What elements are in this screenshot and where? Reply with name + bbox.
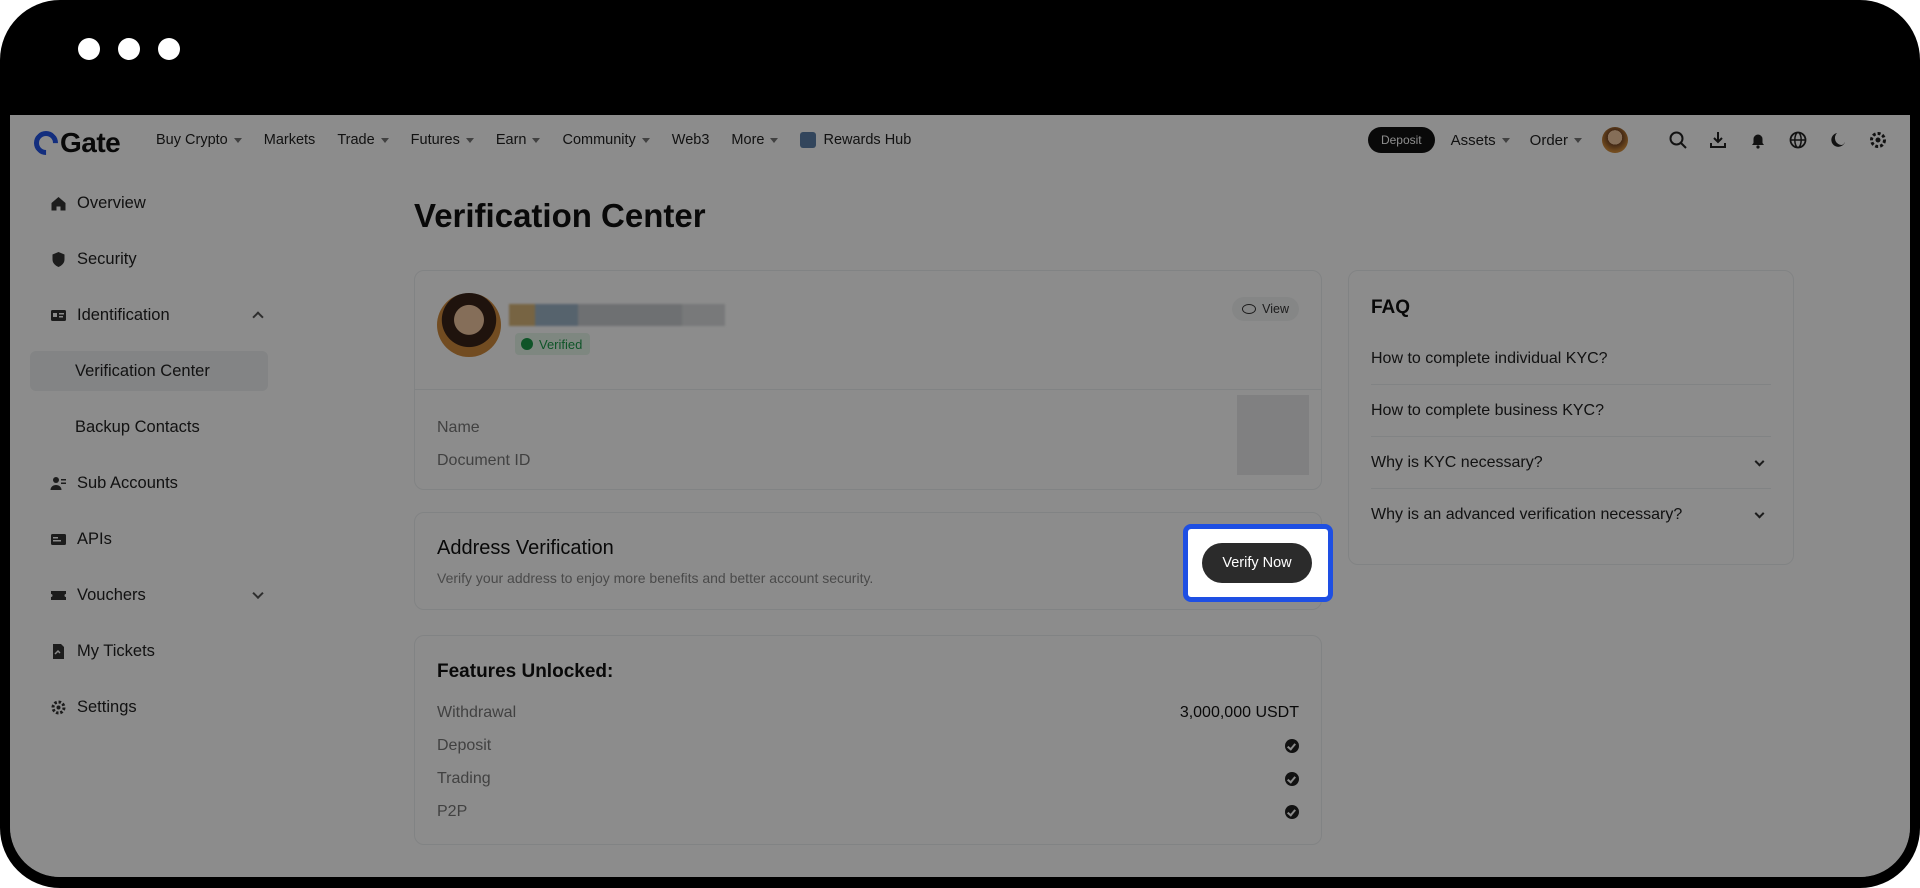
profile-avatar: [437, 293, 501, 357]
gift-box-icon: [800, 132, 817, 148]
feature-row-deposit: Deposit: [437, 736, 1299, 756]
verify-now-highlight: Verify Now: [1183, 524, 1333, 602]
nav-earn[interactable]: Earn: [496, 132, 541, 148]
sidebar-item-identification[interactable]: Identification: [30, 287, 280, 343]
profile-card: Verified View Name Document ID: [414, 270, 1322, 490]
view-button[interactable]: View: [1232, 297, 1299, 321]
caret-down-icon: [641, 137, 650, 143]
nav-markets[interactable]: Markets: [264, 132, 316, 148]
faq-item[interactable]: How to complete individual KYC?: [1371, 333, 1771, 385]
chevron-down-icon: [252, 587, 264, 600]
nav-assets[interactable]: Assets: [1451, 132, 1510, 149]
nav-order[interactable]: Order: [1530, 132, 1582, 149]
sidebar-item-backup-contacts[interactable]: Backup Contacts: [30, 399, 280, 455]
faq-card: FAQ How to complete individual KYC? How …: [1348, 270, 1794, 565]
sidebar-item-security[interactable]: Security: [30, 231, 280, 287]
sidebar: Overview Security Identification Verific…: [30, 165, 280, 735]
nav-futures[interactable]: Futures: [411, 132, 474, 148]
window-dot[interactable]: [118, 38, 140, 60]
nav-buy-crypto[interactable]: Buy Crypto: [156, 132, 242, 148]
divider: [415, 389, 1321, 390]
deposit-button[interactable]: Deposit: [1367, 127, 1435, 153]
sidebar-item-sub-accounts[interactable]: Sub Accounts: [30, 455, 280, 511]
window-controls: [78, 38, 180, 60]
users-icon: [50, 475, 67, 492]
bell-icon[interactable]: [1748, 130, 1768, 150]
api-icon: [50, 531, 67, 548]
eye-hidden-icon: [1242, 304, 1257, 314]
sidebar-item-overview[interactable]: Overview: [30, 175, 280, 231]
nav-web3[interactable]: Web3: [672, 132, 710, 148]
gear-icon: [50, 699, 67, 716]
gate-logo-icon: [29, 126, 63, 160]
sidebar-item-settings[interactable]: Settings: [30, 679, 280, 735]
sidebar-item-apis[interactable]: APIs: [30, 511, 280, 567]
id-card-icon: [50, 307, 67, 324]
address-verification-title: Address Verification: [437, 537, 614, 559]
faq-title: FAQ: [1371, 297, 1411, 318]
nav-rewards-hub[interactable]: Rewards Hub: [800, 132, 911, 148]
sidebar-item-my-tickets[interactable]: My Tickets: [30, 623, 280, 679]
user-avatar[interactable]: [1602, 127, 1628, 153]
feature-row-p2p: P2P: [437, 802, 1299, 822]
chevron-down-icon: [1754, 508, 1765, 519]
faq-item[interactable]: Why is an advanced verification necessar…: [1371, 489, 1771, 541]
verify-now-button[interactable]: Verify Now: [1202, 543, 1312, 583]
caret-down-icon: [233, 137, 242, 143]
blurred-identity-values: [1237, 395, 1309, 475]
features-title: Features Unlocked:: [437, 661, 614, 682]
faq-item[interactable]: How to complete business KYC?: [1371, 385, 1771, 437]
caret-down-icon: [1574, 137, 1582, 143]
chevron-down-icon: [1754, 456, 1765, 467]
download-icon[interactable]: [1708, 130, 1728, 150]
home-icon: [50, 195, 67, 212]
document-icon: [50, 643, 67, 660]
chevron-up-icon: [252, 311, 264, 323]
window-dot[interactable]: [158, 38, 180, 60]
verified-badge: Verified: [515, 333, 591, 355]
sidebar-item-vouchers[interactable]: Vouchers: [30, 567, 280, 623]
faq-item[interactable]: Why is KYC necessary?: [1371, 437, 1771, 489]
blurred-username: [509, 304, 725, 326]
caret-down-icon: [532, 137, 541, 143]
caret-down-icon: [380, 137, 389, 143]
moon-icon[interactable]: [1828, 130, 1848, 150]
device-frame: Gate Buy Crypto Markets Trade Futures Ea…: [0, 0, 1920, 888]
nav-community[interactable]: Community: [562, 132, 650, 148]
features-card: Features Unlocked: Withdrawal 3,000,000 …: [414, 635, 1322, 845]
document-id-label: Document ID: [437, 452, 531, 469]
feature-row-withdrawal: Withdrawal 3,000,000 USDT: [437, 704, 1299, 721]
nav-trade[interactable]: Trade: [337, 132, 389, 148]
shield-icon: [50, 251, 67, 268]
check-circle-icon: [521, 338, 533, 350]
caret-down-icon: [465, 137, 474, 143]
window-dot[interactable]: [78, 38, 100, 60]
globe-icon[interactable]: [1788, 130, 1808, 150]
top-navbar: Gate Buy Crypto Markets Trade Futures Ea…: [10, 115, 1910, 165]
address-verification-description: Verify your address to enjoy more benefi…: [437, 570, 874, 586]
check-circle-icon: [1285, 805, 1299, 819]
browser-viewport: Gate Buy Crypto Markets Trade Futures Ea…: [10, 115, 1910, 877]
caret-down-icon: [1501, 137, 1510, 143]
check-circle-icon: [1285, 772, 1299, 786]
feature-row-trading: Trading: [437, 769, 1299, 789]
gear-icon[interactable]: [1868, 130, 1888, 150]
search-icon[interactable]: [1668, 130, 1688, 150]
caret-down-icon: [770, 137, 779, 143]
nav-more[interactable]: More: [731, 132, 779, 148]
ticket-icon: [50, 587, 67, 604]
page-title: Verification Center: [414, 197, 706, 234]
sidebar-item-verification-center[interactable]: Verification Center: [30, 351, 268, 391]
gate-logo[interactable]: Gate: [29, 126, 121, 160]
check-circle-icon: [1285, 739, 1299, 753]
name-label: Name: [437, 419, 480, 436]
